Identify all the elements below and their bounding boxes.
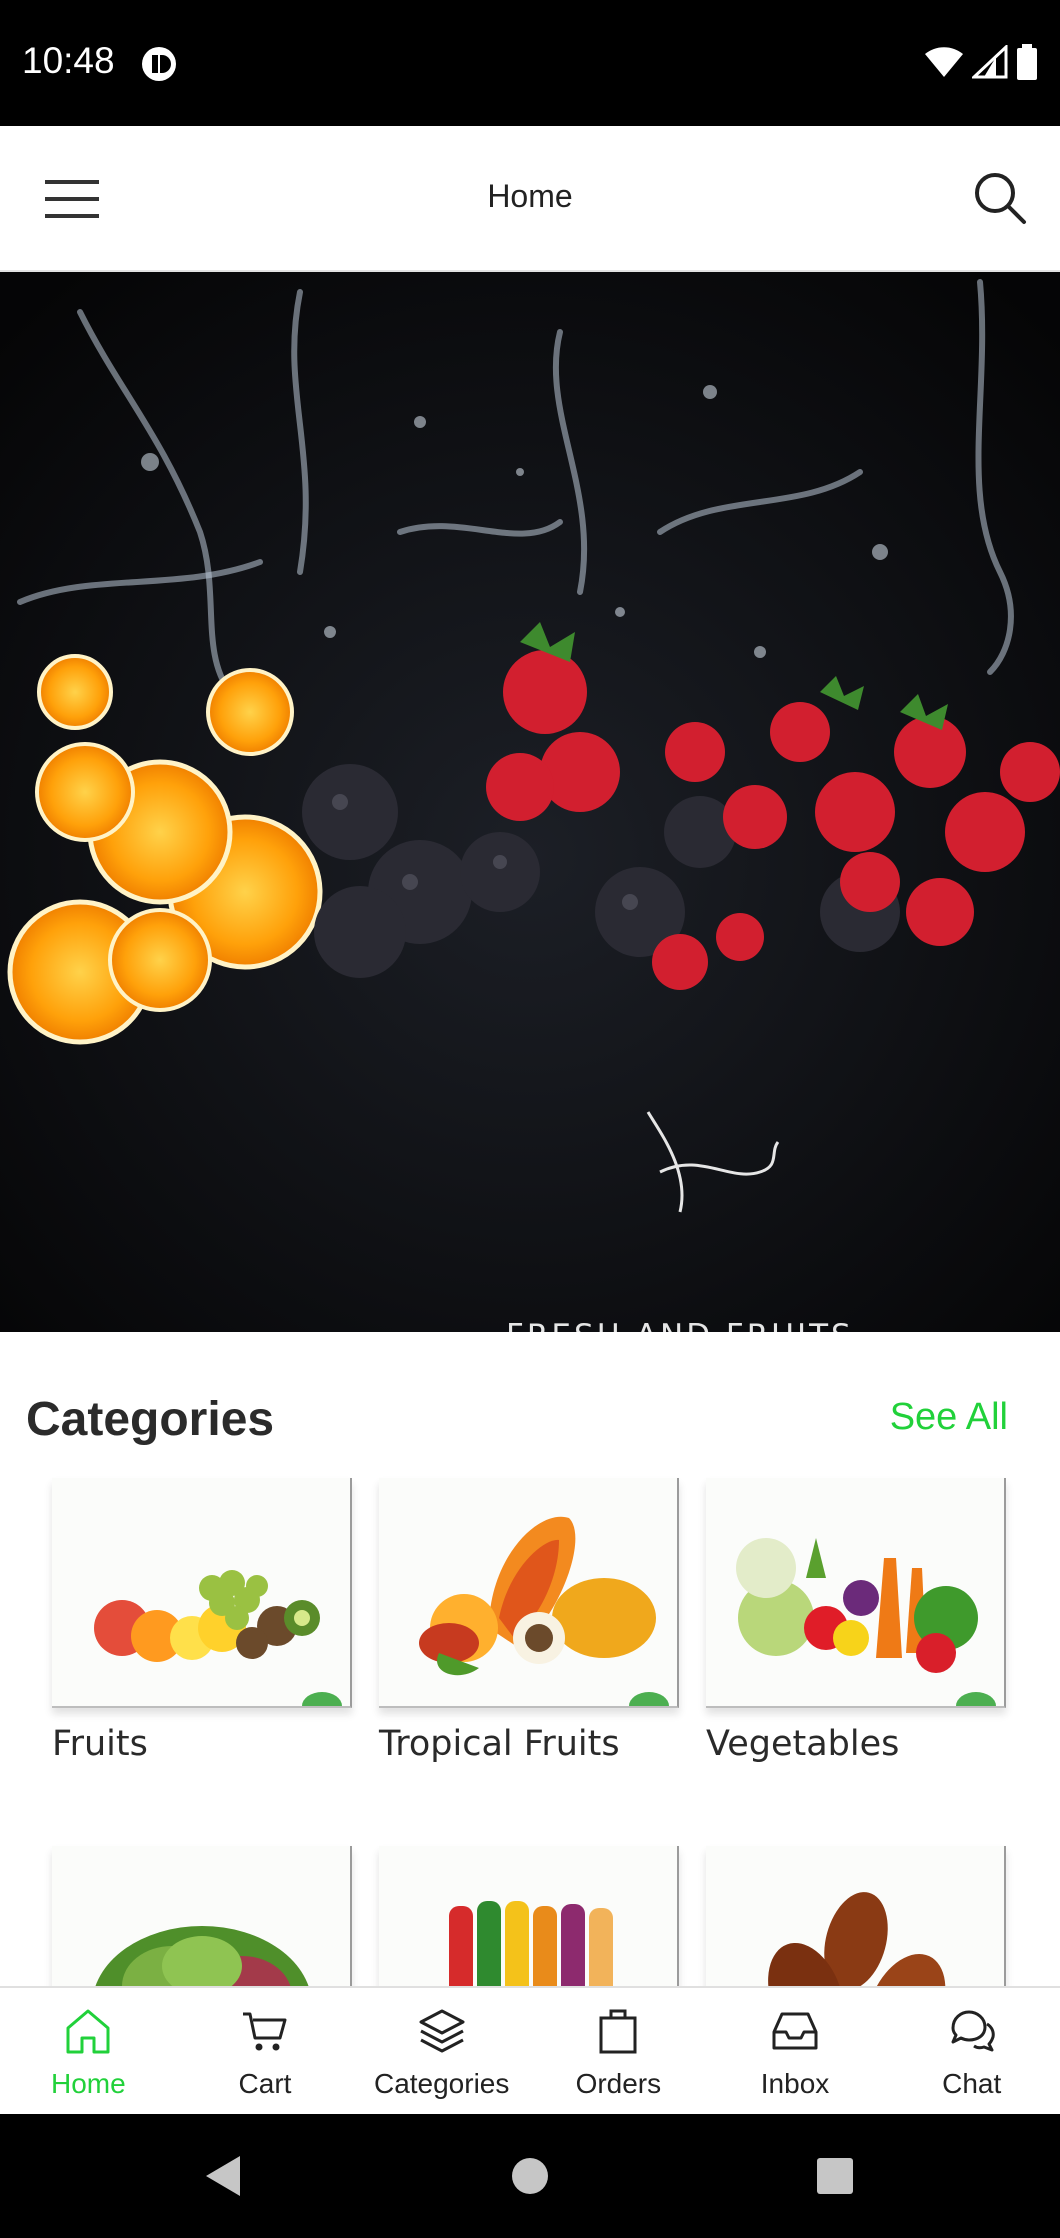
promo-banner-carousel[interactable]: FRESH AND FRUITS [0, 272, 1060, 1332]
layers-icon [415, 2004, 469, 2058]
home-icon [61, 2004, 115, 2058]
nav-orders[interactable]: Orders [530, 1988, 707, 2114]
home-circle-icon[interactable] [510, 2152, 550, 2200]
bottom-navigation: Home Cart Categories Orders Inbox Chat [0, 1986, 1060, 2114]
category-card-vegetables[interactable]: Vegetables [706, 1478, 1006, 1764]
search-button[interactable] [968, 166, 1032, 230]
battery-icon [1017, 44, 1037, 80]
tropical-fruits-image [419, 1516, 656, 1676]
vegetables-image [736, 1538, 978, 1673]
category-label: Fruits [52, 1724, 148, 1764]
cart-icon [238, 2004, 292, 2058]
banner-caption: FRESH AND FRUITS [506, 1318, 854, 1332]
fruits-image [94, 1570, 320, 1662]
recent-apps-icon[interactable] [815, 2152, 855, 2200]
nav-home[interactable]: Home [0, 1988, 177, 2114]
search-icon [975, 173, 1026, 224]
app-notification-icon [142, 47, 176, 81]
wifi-icon [925, 47, 963, 77]
system-navigation-bar [0, 2114, 1060, 2238]
banner-image [0, 272, 1060, 1332]
back-icon[interactable] [200, 2152, 244, 2200]
nav-label: Categories [373, 2068, 510, 2099]
nav-label: Inbox [760, 2068, 830, 2099]
nav-categories[interactable]: Categories [353, 1988, 530, 2114]
category-image [52, 1478, 352, 1708]
status-indicators [924, 44, 1038, 80]
page-title: Home [487, 178, 573, 214]
nav-label: Cart [238, 2068, 292, 2099]
category-image [379, 1478, 679, 1708]
categories-heading: Categories [26, 1393, 275, 1446]
see-all-link[interactable]: See All [890, 1396, 1008, 1439]
category-card-tropical-fruits[interactable]: Tropical Fruits [379, 1478, 679, 1764]
nav-inbox[interactable]: Inbox [707, 1988, 884, 2114]
nav-chat[interactable]: Chat [883, 1988, 1060, 2114]
nav-label: Home [50, 2068, 126, 2099]
inbox-icon [768, 2004, 822, 2058]
signal-icon [972, 45, 1008, 79]
category-label: Vegetables [706, 1724, 900, 1764]
category-card-fruits[interactable]: Fruits [52, 1478, 352, 1764]
category-label: Tropical Fruits [379, 1724, 620, 1764]
chat-icon [945, 2004, 999, 2058]
app-bar: Home [0, 126, 1060, 272]
category-image [706, 1478, 1006, 1708]
nav-label: Chat [942, 2068, 1002, 2099]
status-bar: 10:48 [0, 0, 1060, 126]
nav-label: Orders [575, 2068, 662, 2099]
shopping-bag-icon [591, 2004, 645, 2058]
nav-cart[interactable]: Cart [177, 1988, 354, 2114]
status-time: 10:48 [22, 40, 115, 81]
